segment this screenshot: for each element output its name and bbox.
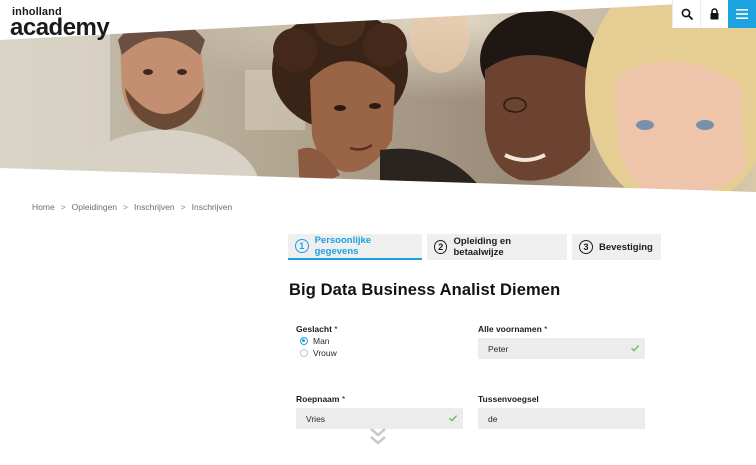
step-bevestiging[interactable]: 3 Bevestiging: [572, 234, 661, 260]
call-name-label: Roepnaam *: [296, 394, 345, 404]
breadcrumb-separator: >: [180, 202, 186, 212]
radio-man-label: Man: [313, 336, 330, 346]
step-number: 2: [434, 240, 448, 254]
gender-option-vrouw[interactable]: Vrouw: [300, 348, 337, 358]
step-label: Persoonlijke gegevens: [314, 235, 372, 257]
hamburger-menu-icon: [736, 9, 748, 19]
first-names-field[interactable]: Peter: [478, 338, 645, 359]
first-names-value: Peter: [488, 343, 509, 354]
breadcrumb: Home > Opleidingen > Inschrijven > Insch…: [32, 202, 232, 212]
infix-field[interactable]: de: [478, 408, 645, 429]
gender-label-text: Geslacht: [296, 324, 332, 334]
lock-icon: [710, 8, 719, 20]
first-names-label-text: Alle voornamen: [478, 324, 542, 334]
step-opleiding-betaalwijze[interactable]: 2 Opleiding en betaalwijze: [427, 234, 567, 260]
breadcrumb-current: Inschrijven: [191, 202, 233, 212]
required-mark: *: [341, 394, 346, 404]
radio-vrouw[interactable]: [300, 349, 308, 357]
search-icon: [681, 8, 693, 20]
radio-vrouw-label: Vrouw: [313, 348, 337, 358]
breadcrumb-separator: >: [123, 202, 128, 212]
valid-check-icon: [449, 415, 458, 422]
login-button[interactable]: [700, 0, 728, 28]
step-number: 3: [579, 240, 593, 254]
call-name-label-text: Roepnaam: [296, 394, 340, 404]
gender-option-man[interactable]: Man: [300, 336, 330, 346]
infix-value: de: [488, 413, 498, 424]
step-indicator: 1 Persoonlijke gegevens 2 Opleiding en b…: [288, 234, 661, 260]
breadcrumb-home[interactable]: Home: [32, 202, 55, 212]
gender-label: Geslacht *: [296, 324, 338, 334]
menu-button[interactable]: [728, 0, 756, 28]
call-name-value: Vries: [306, 413, 326, 424]
valid-check-icon: [631, 345, 640, 352]
page-title: Big Data Business Analist Diemen: [289, 281, 561, 299]
brand-logo[interactable]: inholland academy: [10, 4, 140, 41]
required-mark: *: [334, 324, 338, 334]
step-label: Bevestiging: [599, 241, 653, 253]
header-actions: [672, 0, 756, 28]
breadcrumb-opleidingen[interactable]: Opleidingen: [72, 202, 117, 212]
infix-label-text: Tussenvoegsel: [478, 394, 539, 404]
breadcrumb-separator: >: [60, 202, 66, 212]
scroll-down-chevron-icon[interactable]: [368, 426, 388, 448]
step-persoonlijke-gegevens[interactable]: 1 Persoonlijke gegevens: [288, 234, 422, 260]
search-button[interactable]: [672, 0, 700, 28]
step-number: 1: [295, 239, 309, 253]
radio-man[interactable]: [300, 337, 308, 345]
infix-label: Tussenvoegsel: [478, 394, 539, 404]
brand-logo-main: academy: [10, 14, 110, 41]
required-mark: *: [544, 324, 548, 334]
step-label: Opleiding en betaalwijze: [453, 236, 512, 258]
breadcrumb-inschrijven[interactable]: Inschrijven: [134, 202, 175, 212]
hero-banner: inholland academy: [0, 0, 756, 200]
first-names-label: Alle voornamen *: [478, 324, 547, 334]
